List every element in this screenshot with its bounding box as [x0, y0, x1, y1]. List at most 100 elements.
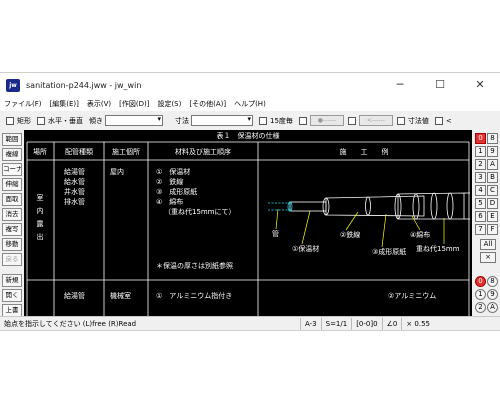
rect-option[interactable]: 矩形: [6, 116, 31, 126]
title-bar[interactable]: jw sanitation-p244.jww - jw_win ─ ☐ ✕: [0, 73, 500, 97]
dash-button-1[interactable]: ●------: [309, 115, 344, 126]
status-prompt: 始点を指示してください (L)free (R)Read: [4, 319, 137, 328]
menu-file[interactable]: ファイル(F): [4, 99, 42, 109]
left-toolbar: 範囲 複線 コーナー 伸縮 面取 消去 複写 移動 戻る 新規 開く 上書: [0, 131, 24, 318]
layer-group-d[interactable]: D: [487, 198, 498, 209]
lt-checkbox[interactable]: [434, 116, 443, 125]
slope-label: 傾き: [89, 116, 103, 125]
lt-label: <: [445, 116, 452, 125]
extra-checkbox-1[interactable]: [298, 116, 307, 125]
header-place: 場所: [33, 147, 47, 156]
drawing-canvas[interactable]: 表１ 保温材の仕様 場所 配管種類 施工個所 材料及び施工順序 施 工 例 室 …: [24, 130, 472, 318]
rect-label: 矩形: [17, 116, 31, 125]
hv-label: 水平・垂直: [48, 116, 83, 125]
header-example: 施 工 例: [340, 147, 389, 156]
lt-option[interactable]: <: [434, 116, 452, 125]
layer-group-e[interactable]: E: [487, 211, 498, 222]
pipe-type-1: 給湯管: [64, 167, 85, 176]
layer-group-5[interactable]: 5: [475, 198, 486, 209]
row2-location: 機械室: [110, 291, 131, 300]
place-char-3: 露: [37, 220, 44, 228]
layer-group-f[interactable]: F: [487, 224, 498, 235]
tool-chamfer-button[interactable]: 面取: [2, 193, 22, 206]
menu-draw[interactable]: [作図(D)]: [119, 99, 149, 109]
layer-group-b[interactable]: B: [487, 172, 498, 183]
layer-group-3[interactable]: 3: [475, 172, 486, 183]
tool-offset-button[interactable]: 複線: [2, 148, 22, 161]
minimize-button[interactable]: ─: [380, 73, 420, 97]
dimval-checkbox[interactable]: [396, 116, 405, 125]
layer-group-7[interactable]: 7: [475, 224, 486, 235]
all-layers-button[interactable]: All: [480, 239, 496, 250]
hv-option[interactable]: 水平・垂直: [37, 116, 83, 126]
material-2: ② 鉄線: [156, 177, 183, 186]
pipe-illustration: [268, 192, 470, 220]
layer-2-button[interactable]: 2: [475, 302, 486, 313]
close-button[interactable]: ✕: [460, 73, 500, 97]
label-insulation: ①保温材: [292, 244, 319, 253]
menu-help[interactable]: ヘルプ(H): [234, 99, 266, 109]
tool-copy-button[interactable]: 複写: [2, 223, 22, 236]
layer-group-0[interactable]: 0: [475, 133, 486, 144]
tool-undo-button[interactable]: 戻る: [2, 253, 22, 266]
tool-extend-button[interactable]: 伸縮: [2, 178, 22, 191]
deg15-label: 15度毎: [270, 116, 293, 125]
place-char-2: 内: [37, 206, 44, 215]
rect-checkbox[interactable]: [6, 116, 14, 125]
status-layer[interactable]: [0-0]0: [351, 317, 381, 330]
label-paper: ③成形原紙: [372, 247, 406, 256]
layer-group-1[interactable]: 1: [475, 146, 486, 157]
tool-corner-button[interactable]: コーナー: [2, 163, 22, 176]
example-labels: 管 ①保温材 ②鉄線 ③成形原紙 ④綿布 重ね代15mm: [272, 229, 460, 256]
menu-view[interactable]: 表示(V): [87, 99, 111, 109]
layer-toolbar: 0 1 2 3 4 5 6 7 8 9 A B C D E F All × 0 …: [474, 131, 500, 318]
location-text: 屋内: [110, 167, 124, 176]
menu-settings[interactable]: 設定(S): [157, 99, 181, 109]
tool-move-button[interactable]: 移動: [2, 238, 22, 251]
layer-group-2[interactable]: 2: [475, 159, 486, 170]
deg15-option[interactable]: 15度毎: [259, 116, 293, 126]
maximize-button[interactable]: ☐: [420, 73, 460, 97]
layer-0-button[interactable]: 0: [475, 276, 486, 287]
layer-group-4[interactable]: 4: [475, 185, 486, 196]
status-zoom[interactable]: × 0.55: [401, 317, 434, 330]
header-location: 施工個所: [112, 147, 140, 156]
layer-group-6[interactable]: 6: [475, 211, 486, 222]
menu-other[interactable]: [その他(A)]: [189, 99, 226, 109]
slope-option: 傾き: [89, 115, 163, 126]
table-header: 場所 配管種類 施工個所 材料及び施工順序 施 工 例: [33, 147, 389, 156]
label-overlap: 重ね代15mm: [416, 244, 460, 253]
status-scale[interactable]: S=1/1: [320, 317, 352, 330]
hv-checkbox[interactable]: [37, 116, 45, 125]
tool-new-button[interactable]: 新規: [2, 274, 22, 287]
layer-8-button[interactable]: 8: [487, 276, 498, 287]
dim-combo[interactable]: [191, 115, 253, 126]
layer-a-button[interactable]: A: [487, 302, 498, 313]
material-1: ① 保温材: [156, 167, 190, 176]
thickness-note: ＊保温の厚さは別紙参照: [156, 261, 233, 270]
layer-1-button[interactable]: 1: [475, 289, 486, 300]
deg15-checkbox[interactable]: [259, 116, 267, 125]
dash-button-2[interactable]: <------: [358, 115, 393, 126]
slope-combo[interactable]: [105, 115, 163, 126]
pipe-type-2: 給水管: [64, 177, 85, 186]
table-title: 表１ 保温材の仕様: [217, 131, 280, 140]
layer-9-button[interactable]: 9: [487, 289, 498, 300]
layer-group-c[interactable]: C: [487, 185, 498, 196]
row2: 給湯管 機械室 ① アルミニウム指付き ②アルミニウム: [64, 291, 436, 300]
menu-edit[interactable]: [編集(E)]: [50, 99, 79, 109]
status-paper-size[interactable]: A-3: [300, 317, 321, 330]
tool-range-button[interactable]: 範囲: [2, 133, 22, 146]
layer-x-button[interactable]: ×: [480, 252, 496, 263]
extra-checkbox-2[interactable]: [347, 116, 356, 125]
layer-group-a[interactable]: A: [487, 159, 498, 170]
status-angle[interactable]: ∠0: [381, 317, 402, 330]
window-title: sanitation-p244.jww - jw_win: [26, 80, 142, 90]
tool-erase-button[interactable]: 消去: [2, 208, 22, 221]
layer-group-8[interactable]: 8: [487, 133, 498, 144]
status-bar: 始点を指示してください (L)free (R)Read A-3 S=1/1 [0…: [0, 316, 500, 330]
tool-open-button[interactable]: 開く: [2, 289, 22, 302]
dimval-option[interactable]: 寸法値: [396, 116, 429, 126]
layer-group-9[interactable]: 9: [487, 146, 498, 157]
app-window: jw sanitation-p244.jww - jw_win ─ ☐ ✕ ファ…: [0, 72, 500, 331]
